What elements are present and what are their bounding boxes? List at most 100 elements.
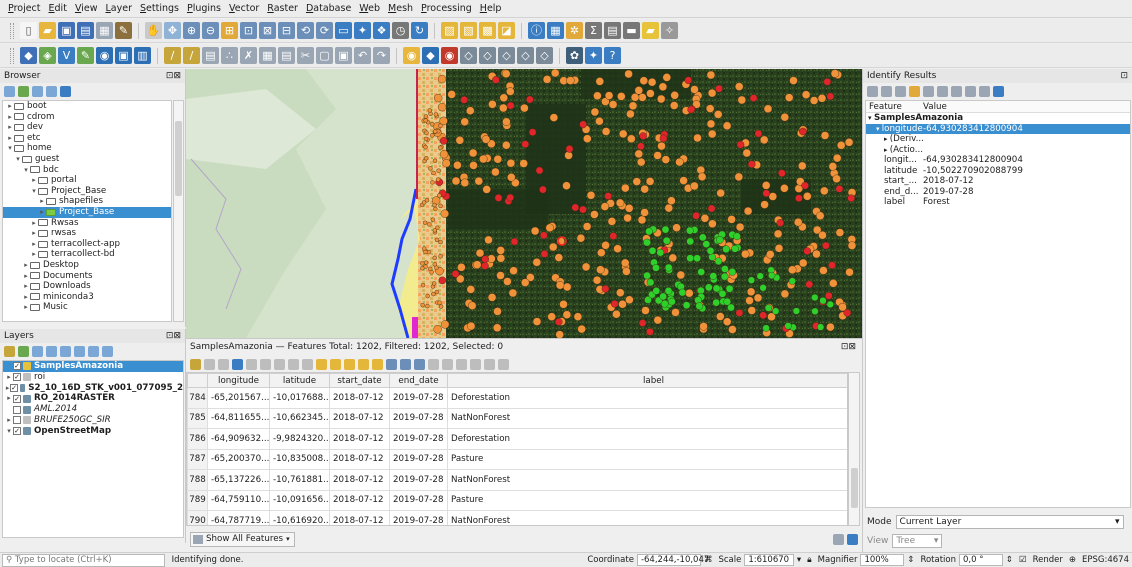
chevron-right-icon[interactable]: ▸: [5, 372, 13, 383]
sample-point[interactable]: [562, 310, 572, 319]
sample-point[interactable]: [618, 299, 627, 309]
sample-point[interactable]: [722, 245, 730, 253]
sample-point[interactable]: [482, 185, 491, 194]
chevron-down-icon[interactable]: ▾: [22, 165, 30, 176]
zoom-full-icon[interactable]: ⊡: [240, 22, 257, 39]
sample-point[interactable]: [760, 135, 769, 145]
cell-label[interactable]: NatNonForest: [447, 510, 847, 525]
paste-icon[interactable]: [302, 358, 313, 370]
collapse-tree-icon[interactable]: [881, 85, 892, 97]
sample-point[interactable]: [727, 215, 736, 224]
sample-point[interactable]: [661, 155, 670, 164]
browser-item[interactable]: ▸ shapefiles: [3, 196, 171, 207]
sample-point[interactable]: [714, 110, 723, 119]
sample-point[interactable]: [687, 105, 696, 114]
sample-point[interactable]: [812, 249, 821, 259]
sample-point[interactable]: [549, 242, 558, 252]
identify-settings-icon[interactable]: [979, 85, 990, 97]
sample-point[interactable]: [707, 88, 717, 98]
zoom-layer-icon[interactable]: ⊟: [278, 22, 295, 39]
save-edits-icon[interactable]: [218, 358, 229, 370]
sample-point[interactable]: [652, 263, 660, 272]
sample-point[interactable]: [583, 134, 592, 143]
cell-longitude[interactable]: -64,909632...: [207, 428, 270, 450]
sample-point[interactable]: [621, 258, 630, 268]
sample-point[interactable]: [785, 93, 794, 102]
sample-point[interactable]: [597, 248, 606, 257]
style-manager-icon[interactable]: ✎: [115, 22, 132, 39]
select-location-icon[interactable]: ◪: [498, 22, 515, 39]
identify-row[interactable]: ▸ (Actio...: [866, 145, 1130, 156]
sample-point[interactable]: [428, 166, 433, 171]
form-view-icon[interactable]: [833, 533, 844, 545]
sample-point[interactable]: [646, 327, 654, 336]
cell-latitude[interactable]: -10,662345...: [269, 407, 330, 429]
chevron-right-icon[interactable]: ▸: [22, 302, 30, 313]
sample-point[interactable]: [664, 287, 673, 295]
sample-point[interactable]: [420, 261, 425, 266]
sample-point[interactable]: [581, 262, 591, 272]
filter-expression-icon[interactable]: [60, 345, 71, 357]
menu-mesh[interactable]: Mesh: [384, 0, 417, 18]
add-layer-icon[interactable]: [4, 85, 15, 97]
vertex-tool-icon[interactable]: ✗: [240, 47, 257, 64]
delete-feature-icon[interactable]: [260, 358, 271, 370]
cell-start-date[interactable]: 2018-07-12: [329, 489, 390, 511]
copy-feature-icon[interactable]: [923, 85, 934, 97]
sample-point[interactable]: [555, 330, 564, 338]
cell-end-date[interactable]: 2019-07-28: [389, 469, 448, 491]
crs-button[interactable]: EPSG:4674: [1079, 555, 1132, 565]
cell-latitude[interactable]: -10,017688...: [269, 387, 330, 409]
sample-point[interactable]: [692, 211, 701, 220]
sample-point[interactable]: [788, 277, 796, 285]
select-all-icon[interactable]: [330, 358, 341, 370]
visibility-icon[interactable]: [32, 345, 43, 357]
sample-point[interactable]: [699, 322, 708, 331]
sample-point[interactable]: [664, 203, 673, 213]
layer-item[interactable]: ▸ ✓ S2_10_16D_STK_v001_077095_2: [3, 383, 183, 394]
sample-point[interactable]: [473, 260, 482, 269]
sample-point[interactable]: [474, 176, 483, 186]
sample-point[interactable]: [619, 129, 628, 139]
sample-point[interactable]: [828, 261, 836, 269]
chevron-down-icon[interactable]: ▾: [14, 154, 22, 165]
sample-point[interactable]: [728, 325, 737, 334]
layer-item[interactable]: ✓ SamplesAmazonia: [3, 361, 183, 372]
attribute-table-scroll-thumb[interactable]: [851, 468, 858, 508]
sample-point[interactable]: [566, 76, 575, 85]
sample-point[interactable]: [496, 271, 505, 280]
refresh-icon[interactable]: [18, 85, 29, 97]
sample-point[interactable]: [607, 217, 617, 226]
copy-icon[interactable]: [288, 358, 299, 370]
annotation-icon[interactable]: ▰: [642, 22, 659, 39]
sample-point[interactable]: [684, 76, 693, 85]
sample-point[interactable]: [749, 94, 758, 102]
sample-point[interactable]: [493, 323, 502, 332]
sample-point[interactable]: [648, 246, 657, 255]
sample-point[interactable]: [586, 191, 596, 200]
sample-point[interactable]: [430, 133, 435, 138]
sample-point[interactable]: [731, 244, 739, 253]
browser-item[interactable]: ▾ bdc: [3, 165, 171, 176]
sample-point[interactable]: [590, 210, 599, 219]
digitize-icon[interactable]: ✎: [77, 47, 94, 64]
sample-point[interactable]: [776, 219, 785, 227]
panel-close-icon[interactable]: ⊡⊠: [841, 339, 856, 355]
sample-point[interactable]: [632, 177, 641, 186]
sample-point[interactable]: [759, 284, 767, 292]
chevron-down-icon[interactable]: ▾: [30, 186, 38, 197]
scale-field[interactable]: 1:610670: [744, 554, 794, 566]
sample-point[interactable]: [499, 93, 508, 102]
sample-point[interactable]: [554, 318, 563, 326]
sample-point[interactable]: [662, 73, 671, 82]
filter-icon[interactable]: [32, 85, 43, 97]
toggle-edit-icon[interactable]: /: [164, 47, 181, 64]
layer-visibility-checkbox[interactable]: ✓: [10, 383, 19, 392]
sample-point[interactable]: [693, 133, 702, 143]
statistics-icon[interactable]: Σ: [585, 22, 602, 39]
sample-point[interactable]: [432, 202, 437, 208]
cell-latitude[interactable]: -10,091656...: [269, 489, 330, 511]
sample-point[interactable]: [528, 128, 537, 137]
sample-point[interactable]: [637, 215, 647, 225]
sample-point[interactable]: [705, 283, 713, 292]
